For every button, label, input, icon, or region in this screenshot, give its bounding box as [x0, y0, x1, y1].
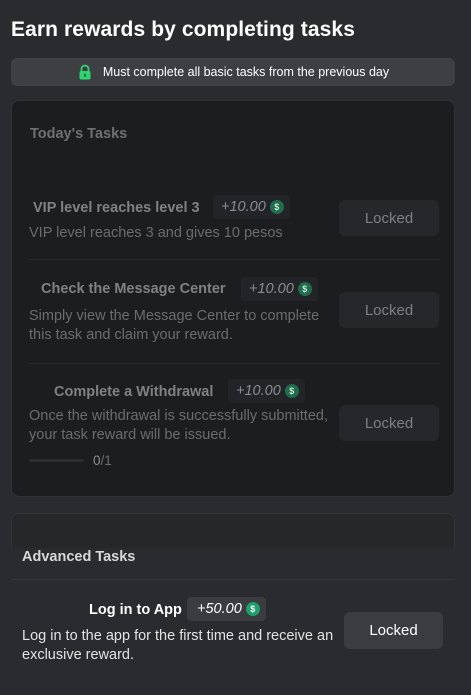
todays-tasks-title: Today's Tasks	[30, 126, 128, 142]
locked-button[interactable]: Locked	[339, 200, 439, 236]
lock-icon	[77, 64, 93, 80]
locked-button[interactable]: Locked	[344, 612, 443, 649]
coin-icon: $	[297, 282, 312, 296]
progress-bar	[29, 459, 84, 462]
task-description: VIP level reaches 3 and gives 10 pesos	[29, 225, 283, 241]
page-title: Earn rewards by completing tasks	[11, 18, 355, 41]
task-description: Once the withdrawal is successfully subm…	[29, 408, 328, 443]
task-name: Log in to App	[89, 602, 182, 618]
notice-text: Must complete all basic tasks from the p…	[102, 65, 390, 79]
task-name: Complete a Withdrawal	[54, 384, 214, 400]
task-description: Simply view the Message Center to comple…	[29, 308, 320, 343]
coin-icon: $	[269, 200, 284, 214]
reward-badge: +10.00 $	[228, 379, 305, 403]
divider	[28, 363, 440, 364]
task-name: VIP level reaches level 3	[33, 200, 200, 216]
locked-button[interactable]: Locked	[339, 405, 439, 441]
divider	[28, 259, 440, 260]
divider	[11, 579, 455, 580]
progress-text: 0/1	[93, 453, 112, 468]
locked-button[interactable]: Locked	[339, 292, 439, 328]
reward-badge: +10.00 $	[213, 195, 290, 219]
notice-banner: Must complete all basic tasks from the p…	[11, 58, 455, 86]
reward-badge: +10.00 $	[241, 277, 318, 301]
reward-amount: +10.00	[236, 383, 281, 399]
advanced-tasks-title: Advanced Tasks	[22, 549, 136, 565]
reward-amount: +10.00	[249, 281, 294, 297]
coin-icon: $	[245, 602, 260, 616]
coin-icon: $	[284, 384, 299, 398]
reward-amount: +50.00	[197, 601, 242, 617]
reward-badge: +50.00 $	[187, 597, 266, 621]
task-description: Log in to the app for the first time and…	[22, 628, 334, 663]
advanced-tasks-card-top	[11, 513, 455, 548]
task-name: Check the Message Center	[41, 281, 226, 297]
progress-total: /1	[100, 453, 112, 468]
todays-tasks-card: Today's Tasks VIP level reaches level 3 …	[11, 100, 455, 497]
progress-current: 0	[93, 453, 101, 468]
reward-amount: +10.00	[221, 199, 266, 215]
